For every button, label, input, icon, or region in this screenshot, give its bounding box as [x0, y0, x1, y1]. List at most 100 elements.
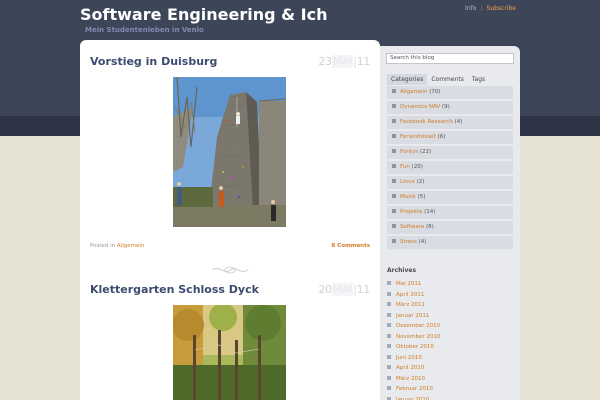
category-link[interactable]: Dynamics NAV — [400, 104, 440, 110]
category-item[interactable]: Fontys (22) — [387, 146, 513, 159]
category-item[interactable]: Ferienfreizeit (6) — [387, 131, 513, 144]
square-bullet-icon — [392, 239, 396, 243]
category-link[interactable]: Musik — [400, 194, 416, 200]
subscribe-link[interactable]: Subscribe — [487, 5, 516, 12]
square-bullet-icon — [387, 386, 391, 390]
post-divider-ornament — [211, 266, 249, 274]
category-list: Allgemein (70) Dynamics NAV (9) Facebook R… — [387, 86, 513, 251]
link-separator: | — [480, 5, 483, 12]
square-bullet-icon — [387, 281, 391, 285]
sidebar: Search this blog Categories Comments Tag… — [380, 46, 520, 400]
category-link[interactable]: Software — [400, 224, 424, 230]
square-bullet-icon — [387, 302, 391, 306]
category-item[interactable]: Stress (4) — [387, 236, 513, 249]
archive-link[interactable]: Oktober 2010 — [396, 344, 434, 350]
category-link[interactable]: Allgemein — [400, 89, 427, 95]
square-bullet-icon — [387, 396, 391, 400]
archive-item[interactable]: Januar 2010 — [387, 395, 440, 400]
archive-link[interactable]: April 2010 — [396, 365, 424, 371]
category-count: (9) — [441, 104, 450, 110]
archive-link[interactable]: Dezember 2010 — [396, 323, 440, 329]
archive-item[interactable]: Februar 2010 — [387, 384, 440, 395]
category-count: (6) — [437, 134, 446, 140]
category-link[interactable]: Fun — [400, 164, 410, 170]
category-link[interactable]: Stress — [400, 239, 417, 245]
archive-item[interactable]: Juni 2010 — [387, 353, 440, 364]
archive-link[interactable]: April 2011 — [396, 292, 424, 298]
archive-link[interactable]: Juni 2010 — [396, 355, 422, 361]
archive-link[interactable]: Februar 2010 — [396, 386, 433, 392]
post-title[interactable]: Vorstieg in Duisburg — [90, 55, 217, 68]
archive-link[interactable]: Januar 2010 — [396, 397, 429, 400]
category-link[interactable]: Fontys — [400, 149, 418, 155]
category-link[interactable]: Facebook Research — [400, 119, 453, 125]
archive-link[interactable]: März 2010 — [396, 376, 425, 382]
archive-item[interactable]: Mai 2011 — [387, 279, 440, 290]
square-bullet-icon — [392, 89, 396, 93]
post-category-link[interactable]: Allgemein — [117, 243, 144, 249]
archive-link[interactable]: März 2011 — [396, 302, 425, 308]
square-bullet-icon — [392, 179, 396, 183]
category-link[interactable]: Linux — [400, 179, 415, 185]
tab-tags[interactable]: Tags — [468, 74, 489, 85]
post-photo-climbing-wall — [173, 77, 286, 227]
archive-item[interactable]: Januar 2011 — [387, 311, 440, 322]
date-year: 11 — [356, 55, 371, 68]
site-title[interactable]: Software Engineering & Ich — [80, 5, 328, 24]
square-bullet-icon — [387, 312, 391, 317]
archive-item[interactable]: März 2011 — [387, 300, 440, 311]
archive-link[interactable]: November 2010 — [396, 334, 440, 340]
category-count: (4) — [454, 119, 463, 125]
square-bullet-icon — [392, 134, 396, 138]
tab-categories[interactable]: Categories — [387, 74, 428, 85]
site-description: Mein Studentenleben in Venlo — [85, 26, 204, 34]
post-meta: Posted in Allgemein — [90, 243, 144, 249]
main-content: Vorstieg in Duisburg 23MAI|11 Posted in … — [80, 40, 380, 400]
search-input[interactable]: Search this blog — [386, 53, 514, 64]
square-bullet-icon — [392, 104, 396, 108]
square-bullet-icon — [392, 119, 396, 123]
archive-item[interactable]: April 2010 — [387, 363, 440, 374]
category-item[interactable]: Projekte (14) — [387, 206, 513, 219]
post-title[interactable]: Klettergarten Schloss Dyck — [90, 283, 259, 296]
date-day: 23 — [318, 55, 332, 68]
square-bullet-icon — [387, 323, 391, 327]
category-item[interactable]: Allgemein (70) — [387, 86, 513, 99]
category-item[interactable]: Facebook Research (4) — [387, 116, 513, 129]
date-day: 20 — [318, 283, 332, 296]
category-item[interactable]: Linux (2) — [387, 176, 513, 189]
top-links: Info | Subscribe — [465, 5, 516, 12]
category-item[interactable]: Musik (5) — [387, 191, 513, 204]
square-bullet-icon — [392, 164, 396, 168]
archive-item[interactable]: April 2011 — [387, 290, 440, 301]
square-bullet-icon — [387, 375, 391, 380]
category-count: (20) — [411, 164, 423, 170]
archive-item[interactable]: Oktober 2010 — [387, 342, 440, 353]
category-item[interactable]: Fun (20) — [387, 161, 513, 174]
post-date: 23MAI|11 — [318, 55, 370, 68]
category-count: (5) — [417, 194, 426, 200]
date-year: 11 — [356, 283, 371, 296]
archive-item[interactable]: Dezember 2010 — [387, 321, 440, 332]
category-count: (8) — [426, 224, 434, 230]
archive-item[interactable]: März 2010 — [387, 374, 440, 385]
info-link[interactable]: Info — [465, 5, 476, 12]
square-bullet-icon — [392, 149, 396, 153]
square-bullet-icon — [387, 354, 391, 359]
category-count: (14) — [424, 209, 436, 215]
square-bullet-icon — [387, 344, 391, 348]
date-month: MAI — [331, 55, 354, 68]
category-link[interactable]: Ferienfreizeit — [400, 134, 436, 140]
archive-link[interactable]: Mai 2011 — [396, 281, 421, 287]
date-month: MAI — [331, 283, 354, 296]
post-date: 20MAI|11 — [318, 283, 370, 296]
category-link[interactable]: Projekte — [400, 209, 422, 215]
square-bullet-icon — [392, 224, 396, 228]
archive-link[interactable]: Januar 2011 — [396, 313, 429, 319]
category-item[interactable]: Software (8) — [387, 221, 513, 234]
square-bullet-icon — [387, 365, 391, 369]
post-comments-link[interactable]: 8 Comments — [331, 243, 370, 249]
category-item[interactable]: Dynamics NAV (9) — [387, 101, 513, 114]
archive-item[interactable]: November 2010 — [387, 332, 440, 343]
tab-comments[interactable]: Comments — [427, 74, 468, 85]
